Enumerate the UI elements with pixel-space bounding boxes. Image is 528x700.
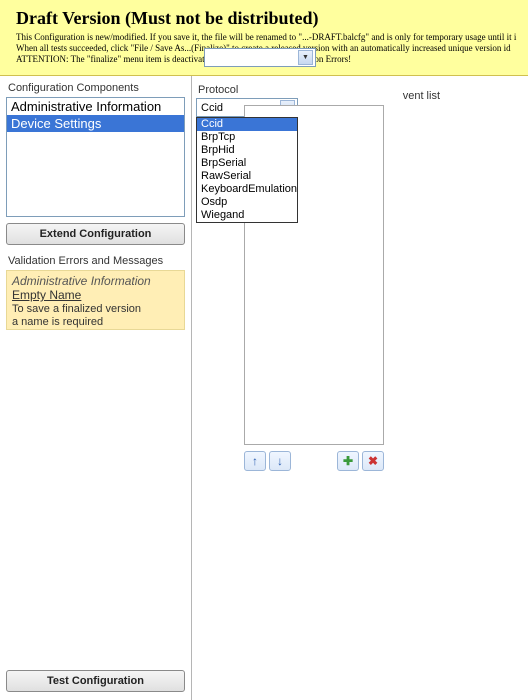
cross-icon: ✖ bbox=[368, 454, 378, 468]
arrow-down-icon: ↓ bbox=[277, 454, 283, 468]
components-label: Configuration Components bbox=[8, 82, 185, 94]
test-configuration-button[interactable]: Test Configuration bbox=[6, 670, 185, 692]
add-button[interactable]: ✚ bbox=[337, 451, 359, 471]
plus-icon: ✚ bbox=[343, 454, 353, 468]
dropdown-option-wiegand[interactable]: Wiegand bbox=[197, 209, 297, 222]
dropdown-option-brphid[interactable]: BrpHid bbox=[197, 144, 297, 157]
events-caption: vent list bbox=[304, 90, 444, 102]
move-down-button[interactable]: ↓ bbox=[269, 451, 291, 471]
events-controls: ↑ ↓ ✚ ✖ bbox=[244, 451, 384, 471]
chevron-down-icon[interactable]: ▼ bbox=[298, 50, 313, 65]
protocol-dropdown[interactable]: Ccid BrpTcp BrpHid BrpSerial RawSerial K… bbox=[196, 117, 298, 223]
validation-msg-body1: To save a finalized version bbox=[12, 303, 179, 315]
left-panel: Configuration Components Administrative … bbox=[0, 76, 192, 700]
validation-label: Validation Errors and Messages bbox=[8, 255, 185, 267]
validation-msg-body2: a name is required bbox=[12, 316, 179, 328]
banner-text-1: This Configuration is new/modified. If y… bbox=[16, 32, 518, 43]
secondary-combobox[interactable]: ▼ bbox=[204, 48, 316, 67]
dropdown-option-brpserial[interactable]: BrpSerial bbox=[197, 157, 297, 170]
dropdown-option-ccid[interactable]: Ccid bbox=[197, 118, 297, 131]
validation-msg-head: Administrative Information bbox=[12, 274, 179, 288]
dropdown-option-keyboardemulation[interactable]: KeyboardEmulation bbox=[197, 183, 297, 196]
move-up-button[interactable]: ↑ bbox=[244, 451, 266, 471]
arrow-up-icon: ↑ bbox=[252, 454, 258, 468]
dropdown-option-brptcp[interactable]: BrpTcp bbox=[197, 131, 297, 144]
validation-msg-title[interactable]: Empty Name bbox=[12, 288, 179, 302]
remove-button[interactable]: ✖ bbox=[362, 451, 384, 471]
extend-configuration-button[interactable]: Extend Configuration bbox=[6, 223, 185, 245]
banner-title: Draft Version (Must not be distributed) bbox=[16, 8, 518, 29]
list-item-device-settings[interactable]: Device Settings bbox=[7, 115, 184, 132]
dropdown-option-rawserial[interactable]: RawSerial bbox=[197, 170, 297, 183]
components-listbox[interactable]: Administrative Information Device Settin… bbox=[6, 97, 185, 217]
list-item-admin-info[interactable]: Administrative Information bbox=[7, 98, 184, 115]
validation-message-box: Administrative Information Empty Name To… bbox=[6, 270, 185, 330]
dropdown-option-osdp[interactable]: Osdp bbox=[197, 196, 297, 209]
